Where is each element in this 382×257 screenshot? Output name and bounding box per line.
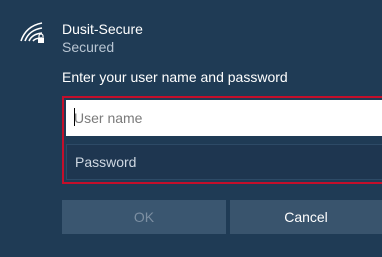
- wifi-secured-icon: [20, 22, 44, 43]
- text-caret: [74, 108, 75, 126]
- wifi-login-panel: Dusit-Secure Secured Enter your user nam…: [0, 0, 382, 257]
- network-name: Dusit-Secure: [62, 21, 143, 37]
- username-input[interactable]: [66, 100, 382, 136]
- ok-button[interactable]: OK: [62, 200, 226, 234]
- cancel-button[interactable]: Cancel: [230, 200, 382, 234]
- credentials-prompt: Enter your user name and password: [62, 69, 288, 85]
- password-input[interactable]: [66, 144, 382, 180]
- credentials-highlight-box: [62, 96, 382, 184]
- network-status: Secured: [62, 39, 115, 55]
